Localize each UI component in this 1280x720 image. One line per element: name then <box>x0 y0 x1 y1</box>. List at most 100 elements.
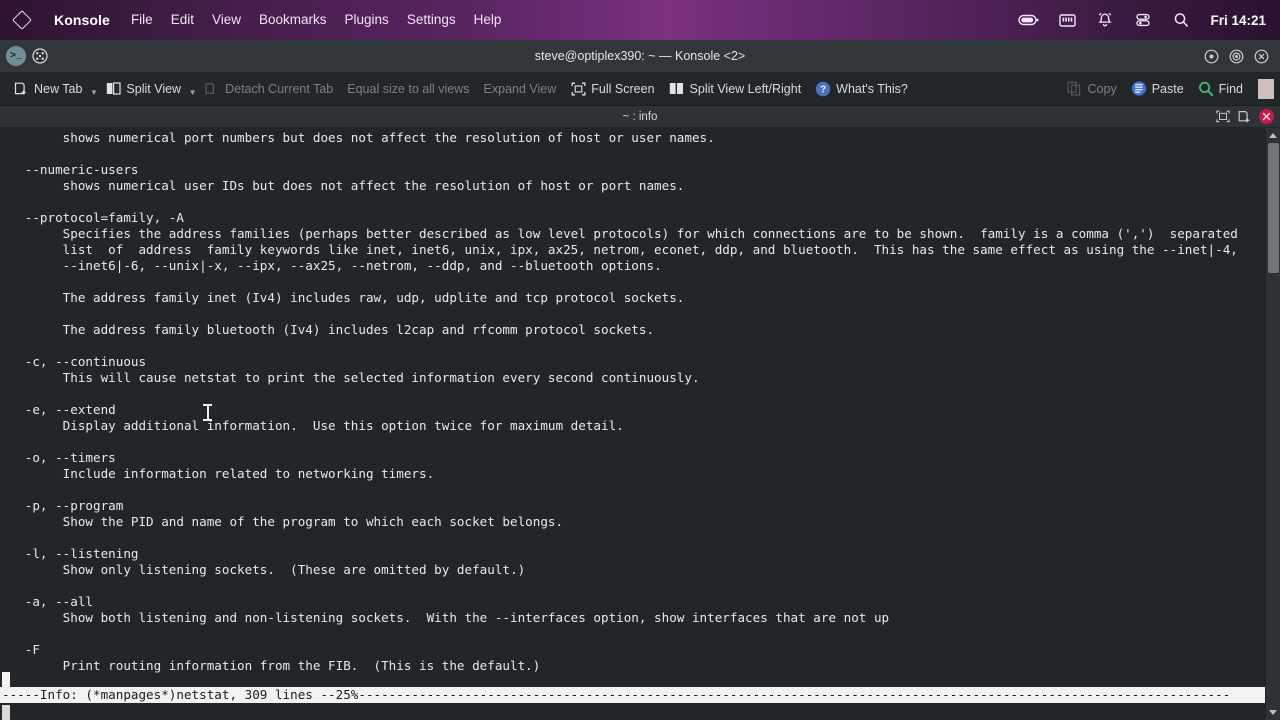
app-grid-icon[interactable] <box>30 46 50 66</box>
terminal-line: -c, --continuous <box>2 354 147 369</box>
split-view-left-right-label: Split View Left/Right <box>689 81 802 96</box>
window-title: steve@optiplex390: ~ — Konsole <2> <box>534 49 746 63</box>
menubar-app-name: Konsole <box>54 12 110 28</box>
kde-diamond-icon[interactable] <box>0 0 44 40</box>
menu-settings[interactable]: Settings <box>398 0 465 40</box>
terminal-line: -o, --timers <box>2 450 116 465</box>
minimize-button[interactable] <box>1203 48 1220 65</box>
notifications-bell-icon[interactable] <box>1086 0 1124 40</box>
global-panel-left: Konsole File Edit View Bookmarks Plugins… <box>0 0 510 40</box>
whats-this-button[interactable]: ? What's This? <box>808 76 915 102</box>
terminal-line: Print routing information from the FIB. … <box>2 658 541 673</box>
search-icon[interactable] <box>1162 0 1200 40</box>
terminal-line: -a, --all <box>2 594 93 609</box>
titlebar-left-icons: >_ <box>0 46 50 66</box>
terminal-line: shows numerical user IDs but does not af… <box>2 178 685 193</box>
audio-sliders-icon[interactable] <box>1124 0 1162 40</box>
full-screen-label: Full Screen <box>591 81 655 96</box>
terminal-line: Specifies the address families (perhaps … <box>2 226 1238 241</box>
terminal-line: --protocol=family, -A <box>2 210 184 225</box>
system-tray: Fri 14:21 <box>1010 0 1280 40</box>
split-view-chevron-down-icon[interactable]: ▼ <box>188 76 197 102</box>
close-tab-icon[interactable] <box>1259 109 1274 124</box>
menu-edit[interactable]: Edit <box>162 0 203 40</box>
whats-this-help-icon: ? <box>815 81 831 97</box>
terminal-line: list of address family keywords like ine… <box>2 242 1238 257</box>
resize-frame-icon[interactable] <box>1215 109 1231 125</box>
scrollbar-thumb[interactable] <box>1267 143 1279 273</box>
terminal-line: --numeric-users <box>2 162 139 177</box>
split-view-button[interactable]: Split View <box>98 76 188 102</box>
network-icon[interactable] <box>1048 0 1086 40</box>
block-cursor <box>2 672 10 687</box>
terminal-line: The address family bluetooth (Iv4) inclu… <box>2 322 655 337</box>
scroll-down-arrow[interactable] <box>1266 705 1280 720</box>
svg-text:?: ? <box>820 84 826 95</box>
clock[interactable]: Fri 14:21 <box>1200 13 1266 28</box>
terminal-line: This will cause netstat to print the sel… <box>2 370 700 385</box>
diamond-shape <box>12 10 32 30</box>
konsole-tabbar: ~ : info <box>0 106 1280 128</box>
bottom-prompt-cursor <box>2 705 10 720</box>
paste-button[interactable]: Paste <box>1124 76 1191 102</box>
menu-view[interactable]: View <box>203 0 250 40</box>
toolbar-color-swatch[interactable] <box>1258 78 1274 99</box>
split-view-label: Split View <box>126 81 182 96</box>
paste-label: Paste <box>1151 81 1184 96</box>
info-status-line: -----Info: (*manpages*)netstat, 309 line… <box>0 687 1265 703</box>
terminal-prompt-icon[interactable]: >_ <box>6 46 26 66</box>
whats-this-label: What's This? <box>836 81 908 96</box>
new-tab-button[interactable]: New Tab <box>6 76 89 102</box>
menu-help[interactable]: Help <box>465 0 511 40</box>
terminal-line: shows numerical port numbers but does no… <box>2 130 715 145</box>
terminal-output[interactable]: shows numerical port numbers but does no… <box>0 128 1265 720</box>
close-button[interactable] <box>1253 48 1270 65</box>
split-view-left-right-button[interactable]: Split View Left/Right <box>662 76 809 102</box>
terminal-line: -l, --listening <box>2 546 139 561</box>
global-menu-panel: Konsole File Edit View Bookmarks Plugins… <box>0 0 1280 40</box>
maximize-button[interactable] <box>1228 48 1245 65</box>
terminal-line: --inet6|-6, --unix|-x, --ipx, --ax25, --… <box>2 258 662 273</box>
tab-info[interactable]: ~ : info <box>0 111 1280 123</box>
copy-button: Copy <box>1060 76 1124 102</box>
new-tab-chevron-down-icon[interactable]: ▼ <box>89 76 98 102</box>
equal-size-all-views-label: Equal size to all views <box>347 81 470 96</box>
tabbar-right-controls <box>1215 109 1280 125</box>
window-controls <box>1203 48 1280 65</box>
find-label: Find <box>1218 81 1243 96</box>
terminal-line: Include information related to networkin… <box>2 466 435 481</box>
copy-icon <box>1067 81 1083 97</box>
detach-tab-icon <box>204 81 220 97</box>
copy-label: Copy <box>1087 81 1117 96</box>
find-button[interactable]: Find <box>1191 76 1250 102</box>
battery-icon[interactable] <box>1010 0 1048 40</box>
terminal-text-buffer: shows numerical port numbers but does no… <box>0 130 1265 674</box>
terminal-area: shows numerical port numbers but does no… <box>0 128 1280 720</box>
menu-bookmarks[interactable]: Bookmarks <box>250 0 336 40</box>
konsole-toolbar: New Tab ▼ Split View ▼ Detach Current Ta… <box>0 72 1280 106</box>
fullscreen-icon <box>570 81 586 97</box>
detach-current-tab-button: Detach Current Tab <box>197 76 340 102</box>
new-tab-icon[interactable] <box>1237 109 1253 125</box>
menu-file[interactable]: File <box>122 0 162 40</box>
menu-plugins[interactable]: Plugins <box>336 0 398 40</box>
konsole-window: >_ steve@optiplex390: ~ — Konsole <2> Ne… <box>0 40 1280 720</box>
full-screen-button[interactable]: Full Screen <box>563 76 661 102</box>
terminal-scrollbar[interactable] <box>1265 128 1280 720</box>
scroll-up-arrow[interactable] <box>1266 128 1280 143</box>
terminal-line: -F <box>2 642 40 657</box>
scrollbar-track[interactable] <box>1266 143 1280 705</box>
split-view-icon <box>105 81 121 97</box>
find-magnifier-icon <box>1198 81 1214 97</box>
new-tab-label: New Tab <box>34 81 83 96</box>
detach-current-tab-label: Detach Current Tab <box>225 81 334 96</box>
